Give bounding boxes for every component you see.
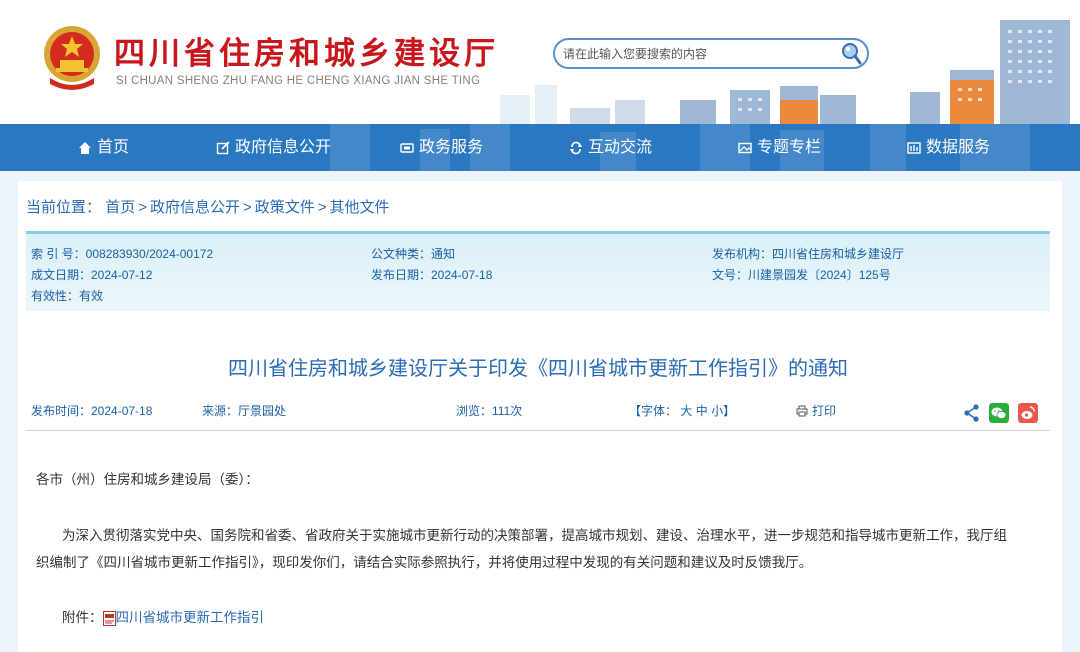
nav-item-label: 首页 [97, 139, 130, 156]
font-size-close: 】 [723, 404, 736, 418]
article-publish-time: 发布时间：2024-07-18 [31, 404, 153, 418]
nav-item-label: 数据服务 [926, 139, 991, 156]
meta-publish-date: 发布日期：2024-07-18 [371, 268, 493, 282]
meta-issuer: 发布机构：四川省住房和城乡建设厅 [712, 247, 905, 261]
meta-index-no: 索 引 号：008283930/2024-00172 [31, 247, 214, 261]
document-metadata-box [26, 231, 1050, 311]
breadcrumb-other-docs[interactable]: 其他文件 [330, 199, 390, 216]
print-label: 打印 [812, 404, 837, 418]
article-paragraph-line-2: 织编制了《四川省城市更新工作指引》，现印发你们，请结合实际参照执行，并将使用过程… [36, 555, 813, 570]
search-icon[interactable] [837, 41, 863, 67]
font-size-medium[interactable]: 中 [696, 404, 708, 418]
article-salutation: 各市（州）住房和城乡建设局（委）： [36, 472, 259, 487]
font-size-large[interactable]: 大 [680, 404, 692, 418]
font-size-label: 【字体： [629, 404, 678, 418]
service-icon [400, 142, 414, 153]
article-views: 浏览：111次 [456, 404, 523, 418]
home-icon [79, 141, 91, 154]
meta-validity: 有效性：有效 [31, 289, 104, 303]
site-subtitle: SI CHUAN SHENG ZHU FANG HE CHENG XIANG J… [116, 75, 481, 87]
share-icon[interactable] [963, 403, 981, 423]
article-source: 来源：厅景园处 [202, 404, 287, 418]
nav-item-label: 专题专栏 [757, 139, 822, 156]
nav-item-data-service[interactable]: 数据服务 [907, 124, 990, 171]
nav-item-home[interactable]: 首页 [78, 124, 129, 171]
national-emblem-icon [44, 26, 100, 90]
site-header: 四川省住房和城乡建设厅 SI CHUAN SHENG ZHU FANG HE C… [0, 0, 1080, 124]
nav-item-label: 政府信息公开 [235, 139, 332, 156]
main-nav: 首页 政府信息公开 政务服务 互动交流 专题专栏 数据服务 [0, 124, 1080, 171]
weibo-share-icon[interactable] [1018, 403, 1038, 423]
attachment-label: 附件： [62, 610, 103, 625]
nav-item-gov-info[interactable]: 政府信息公开 [216, 124, 331, 171]
breadcrumb-prefix: 当前位置： [26, 199, 102, 216]
font-size-control: 【字体： 大 中 小】 [629, 402, 735, 419]
font-size-small[interactable]: 小 [711, 404, 723, 418]
attachment-link[interactable]: 四川省城市更新工作指引 [116, 604, 265, 632]
edit-icon [216, 140, 230, 154]
print-button[interactable]: 打印 [796, 402, 836, 419]
article-paragraph-line-1: 为深入贯彻落实党中央、国务院和省委、省政府关于实施城市更新行动的决策部署，提高城… [62, 528, 1007, 543]
meta-created-date: 成文日期：2024-07-12 [31, 268, 153, 282]
breadcrumb-gov-info[interactable]: 政府信息公开 [150, 199, 240, 216]
image-icon [738, 142, 752, 153]
breadcrumb-home[interactable]: 首页 [105, 199, 135, 216]
wechat-share-icon[interactable] [989, 403, 1009, 423]
nav-item-label: 互动交流 [588, 139, 653, 156]
breadcrumb: 当前位置： 首页 > 政府信息公开 > 政策文件 > 其他文件 [26, 199, 390, 216]
meta-doc-type: 公文种类：通知 [371, 247, 456, 261]
meta-doc-no: 文号：川建景园发〔2024〕125号 [712, 268, 891, 282]
nav-item-special-topics[interactable]: 专题专栏 [738, 124, 821, 171]
pdf-file-icon [102, 610, 116, 626]
article-title: 四川省住房和城乡建设厅关于印发《四川省城市更新工作指引》的通知 [228, 358, 848, 380]
breadcrumb-policy-docs[interactable]: 政策文件 [255, 199, 315, 216]
nav-item-label: 政务服务 [419, 139, 484, 156]
exchange-icon [570, 141, 582, 154]
site-title: 四川省住房和城乡建设厅 [114, 36, 499, 72]
printer-icon [796, 405, 808, 416]
nav-item-gov-service[interactable]: 政务服务 [400, 124, 483, 171]
attachment-row: 附件： 四川省城市更新工作指引 [62, 604, 264, 632]
search-box [553, 38, 869, 69]
nav-item-interaction[interactable]: 互动交流 [569, 124, 652, 171]
search-input[interactable] [563, 45, 833, 63]
content-divider [26, 430, 1050, 431]
data-icon [907, 141, 921, 154]
